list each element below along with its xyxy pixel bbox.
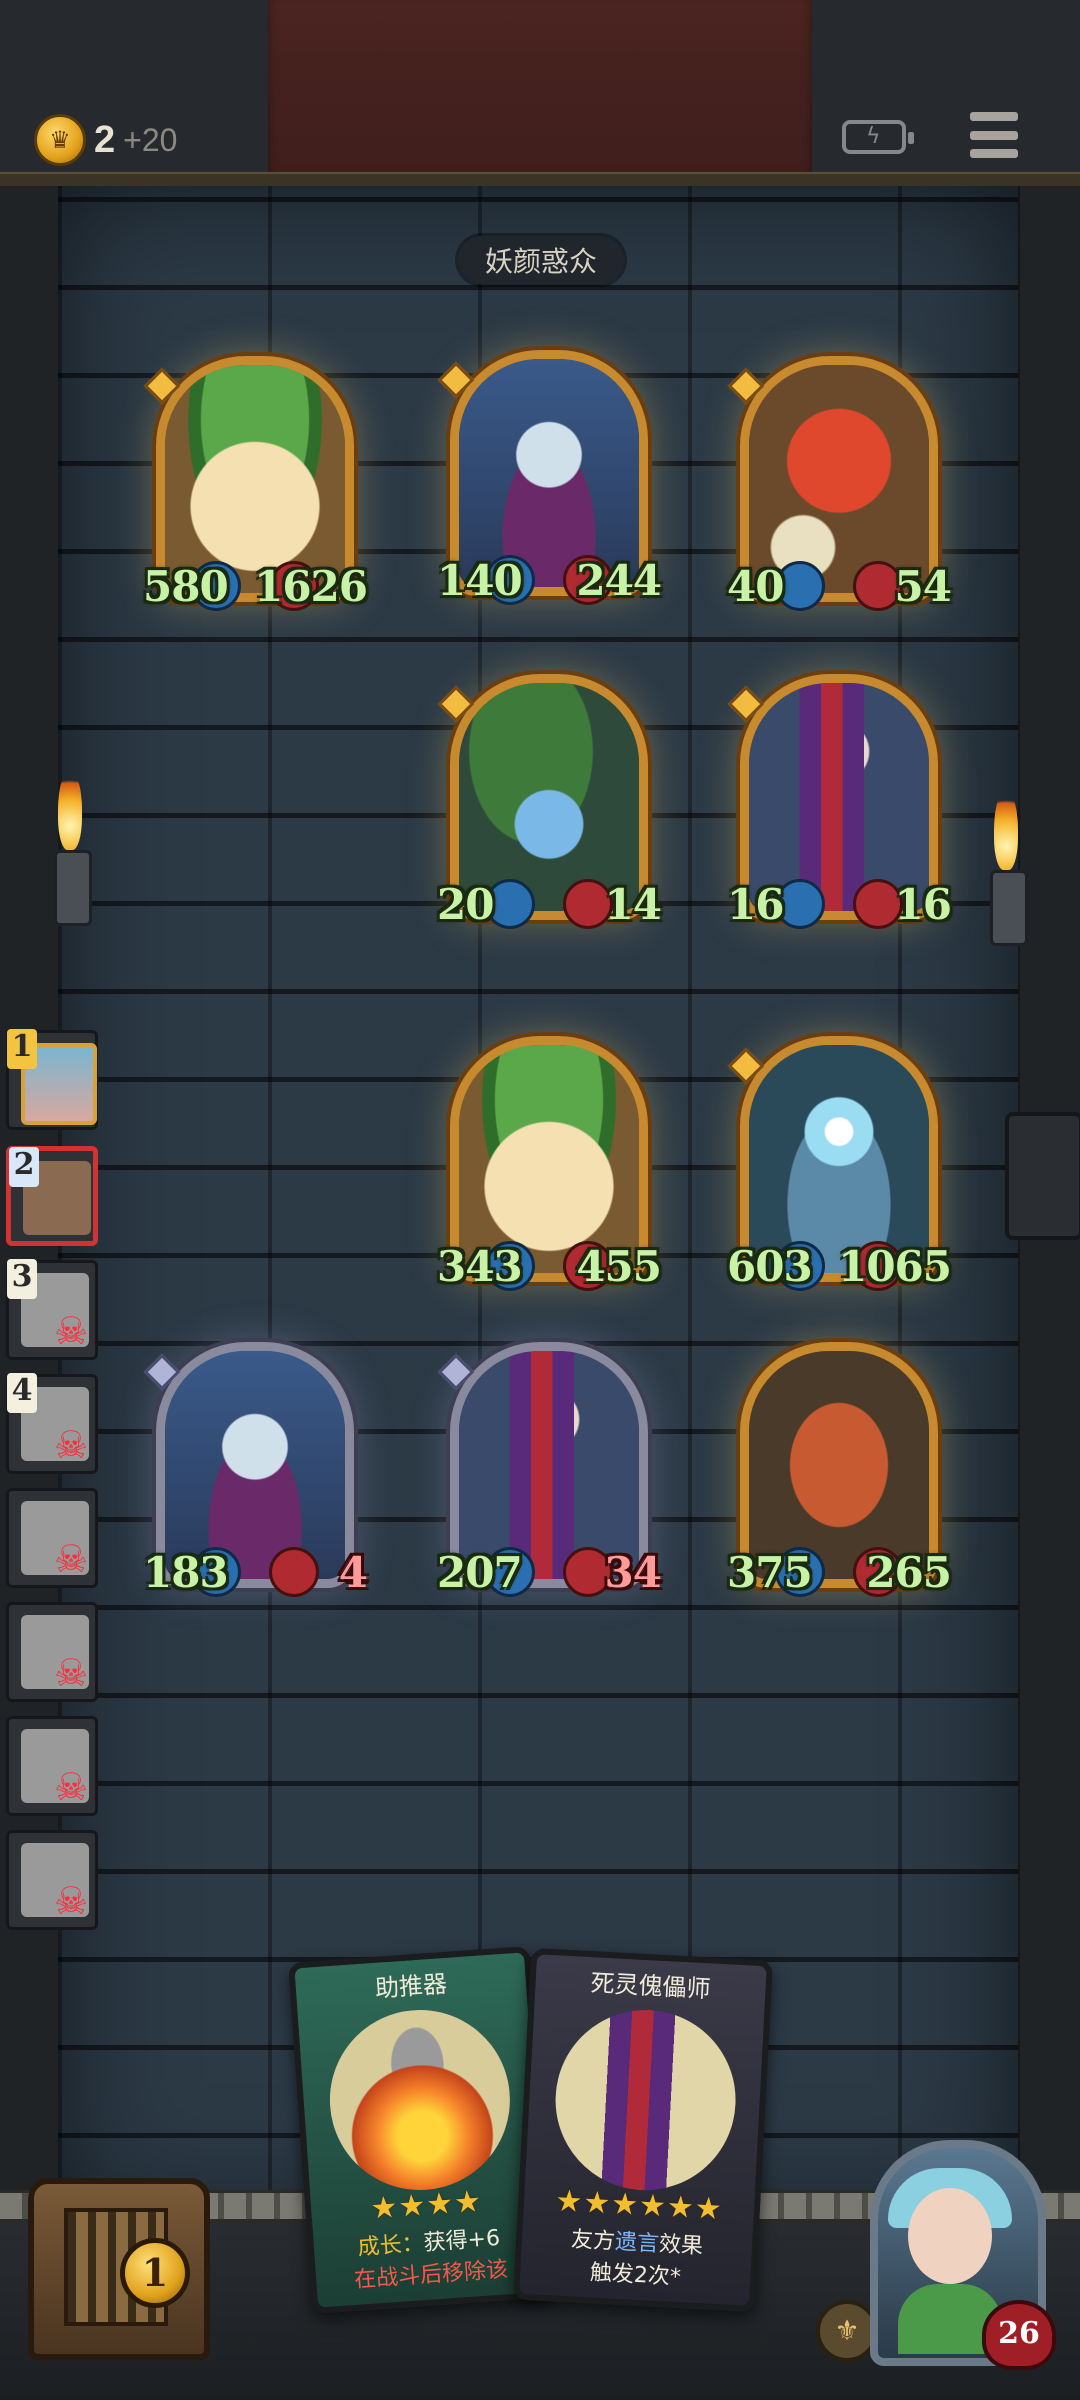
minion-attack: 343 [437, 1242, 523, 1291]
minion-attack: 140 [437, 556, 523, 605]
leaderboard-player-4[interactable]: 4 ☠ [6, 1373, 98, 1474]
minion-health: 54 [894, 562, 952, 611]
vine-portrait [459, 683, 639, 911]
coin-counter: ♛ 2 +20 [34, 114, 177, 166]
minion-attack: 40 [727, 562, 784, 611]
minion-health: 244 [576, 556, 662, 605]
battery-charging-icon[interactable]: ϟ [842, 120, 914, 154]
crown-coin-icon: ♛ [34, 114, 86, 166]
minion-health: 34 [604, 1548, 662, 1597]
minion-opponent-sprout[interactable]: 580 1626 [143, 356, 368, 611]
minion-player-jester[interactable]: 207 34 [437, 1342, 662, 1597]
sprout-portrait [165, 365, 345, 593]
rank-badge: 1 [7, 1029, 37, 1069]
card-stars: ★★★★★★ [554, 2183, 724, 2228]
skull-crossbones-icon: ☠ [53, 1423, 89, 1467]
leaderboard-player-7[interactable]: ☠ [6, 1716, 98, 1816]
card-description: 成长：获得+6 在战斗后移除该 [327, 2221, 533, 2299]
curtain [268, 0, 812, 185]
minion-attack: 580 [143, 562, 229, 611]
minion-attack: 16 [727, 880, 784, 929]
minion-player-sprout[interactable]: 343 455 [437, 1036, 662, 1291]
torch-left-icon [40, 760, 100, 980]
minion-attack: 207 [437, 1548, 523, 1597]
minion-opponent-jester[interactable]: 16 16 [727, 674, 952, 929]
desc-line2: 触发2次* [589, 2260, 682, 2291]
leaderboard-player-6[interactable]: ☠ [6, 1602, 98, 1702]
minion-attack: 183 [143, 1548, 229, 1597]
shop-cart-button[interactable] [8, 2148, 218, 2360]
card-name: 助推器 [374, 1969, 448, 2003]
rank-badge: 3 [7, 1259, 37, 1299]
growth-label: 成长： [356, 2231, 425, 2261]
hero-face [908, 2188, 992, 2284]
hero-power-icon[interactable]: ⚜ [816, 2300, 878, 2362]
skull-crossbones-icon: ☠ [53, 1879, 89, 1923]
minion-health: 455 [576, 1242, 662, 1291]
opponent-title: 妖颜惑众 [458, 236, 624, 284]
jester-portrait [749, 683, 929, 911]
coin-income: +20 [123, 121, 178, 158]
growth-text: 获得+6 [422, 2225, 501, 2257]
desc-pre: 友方 [570, 2227, 616, 2255]
minion-health: 14 [604, 880, 662, 929]
desc-keyword: 遗言 [614, 2229, 660, 2257]
skull-crossbones-icon: ☠ [53, 1537, 89, 1581]
minion-opponent-tomato[interactable]: 40 54 [727, 356, 952, 611]
elf-portrait [459, 359, 639, 587]
torch-right-icon [976, 780, 1036, 1000]
rank-badge: 2 [9, 1147, 39, 1187]
box-portrait [749, 1351, 929, 1579]
minion-health: 4 [338, 1548, 368, 1597]
skull-crossbones-icon: ☠ [53, 1765, 89, 1809]
minion-opponent-elf[interactable]: 140 244 [437, 350, 662, 605]
tomato-portrait [749, 365, 929, 593]
card-description: 友方遗言效果 触发2次* [534, 2223, 739, 2297]
minion-player-elf[interactable]: 183 4 [143, 1342, 368, 1597]
minion-attack: 20 [437, 880, 494, 929]
health-orb-icon [269, 1547, 319, 1597]
leaderboard-player-3[interactable]: 3 ☠ [6, 1259, 98, 1360]
card-name: 死灵傀儡师 [589, 1969, 712, 2004]
desc-post: 效果 [658, 2232, 704, 2260]
door-handle [1005, 1112, 1080, 1240]
leaderboard-player-8[interactable]: ☠ [6, 1830, 98, 1930]
minion-health: 1626 [254, 562, 368, 611]
rank-badge: 4 [7, 1373, 37, 1413]
remove-text: 在战斗后移除该 [353, 2257, 509, 2293]
skull-crossbones-icon: ☠ [53, 1651, 89, 1695]
minion-attack: 375 [727, 1548, 813, 1597]
hero-health: 26 [982, 2300, 1056, 2370]
minion-attack: 603 [727, 1242, 813, 1291]
coin-count: 2 [94, 118, 116, 161]
menu-icon[interactable] [970, 112, 1018, 158]
leaderboard-player-2[interactable]: 2 [6, 1146, 98, 1246]
jester-portrait [459, 1351, 639, 1579]
minion-health: 16 [894, 880, 952, 929]
elf-portrait [165, 1351, 345, 1579]
leaderboard-player-5[interactable]: ☠ [6, 1488, 98, 1588]
sprout-portrait [459, 1045, 639, 1273]
shop-tier-badge: 1 [120, 2238, 190, 2308]
minion-player-robot[interactable]: 603 1065 [727, 1036, 952, 1291]
minion-player-box[interactable]: 375 265 [727, 1342, 952, 1597]
puppeteer-art [550, 2005, 741, 2195]
rocket-booster-art [323, 2003, 516, 2197]
minion-health: 265 [866, 1548, 952, 1597]
leaderboard-player-1[interactable]: 1 [6, 1029, 98, 1130]
minion-opponent-vine[interactable]: 20 14 [437, 674, 662, 929]
card-puppeteer[interactable]: 死灵傀儡师 ★★★★★★ 友方遗言效果 触发2次* [512, 1947, 774, 2313]
skull-crossbones-icon: ☠ [53, 1309, 89, 1353]
minion-health: 1065 [838, 1242, 952, 1291]
robot-portrait [749, 1045, 929, 1273]
